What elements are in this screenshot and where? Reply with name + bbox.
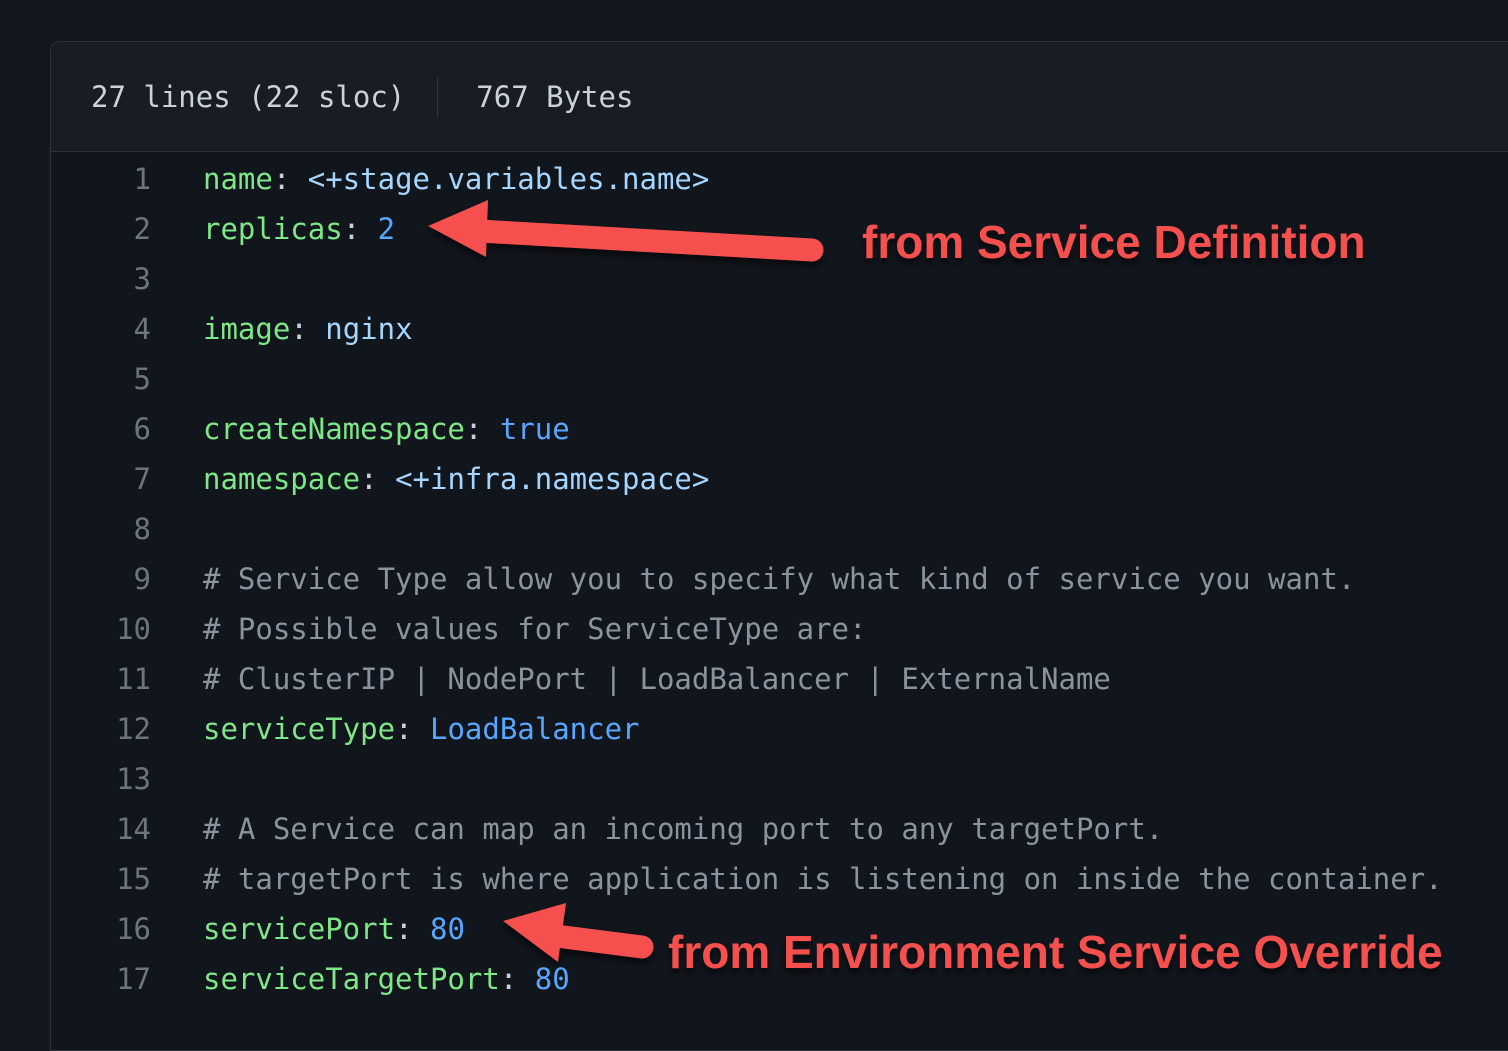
code-token-comment: # A Service can map an incoming port to … xyxy=(203,812,1163,846)
line-number[interactable]: 13 xyxy=(51,754,151,804)
code-token-punct: : xyxy=(395,712,430,746)
code-token-const: 80 xyxy=(535,962,570,996)
code-line: 4image: nginx xyxy=(51,304,1508,354)
code-line-text: createNamespace: true xyxy=(151,404,570,454)
code-token-key: serviceType xyxy=(203,712,395,746)
code-line-text: # ClusterIP | NodePort | LoadBalancer | … xyxy=(151,654,1111,704)
file-lines-count: 27 lines (22 sloc) xyxy=(91,80,405,114)
code-line: 17serviceTargetPort: 80 xyxy=(51,954,1508,1004)
code-token-comment: # Service Type allow you to specify what… xyxy=(203,562,1355,596)
code-line-text: # Service Type allow you to specify what… xyxy=(151,554,1355,604)
line-number[interactable]: 6 xyxy=(51,404,151,454)
line-number[interactable]: 7 xyxy=(51,454,151,504)
line-number[interactable]: 10 xyxy=(51,604,151,654)
code-line-text: image: nginx xyxy=(151,304,413,354)
code-token-const: 80 xyxy=(430,912,465,946)
line-number[interactable]: 16 xyxy=(51,904,151,954)
code-token-key: name xyxy=(203,162,273,196)
code-token-key: namespace xyxy=(203,462,360,496)
file-header-bar: 27 lines (22 sloc) 767 Bytes xyxy=(51,42,1508,152)
code-line-text: name: <+stage.variables.name> xyxy=(151,154,709,204)
code-token-string: <+stage.variables.name> xyxy=(308,162,710,196)
code-token-comment: # Possible values for ServiceType are: xyxy=(203,612,866,646)
code-token-key: createNamespace xyxy=(203,412,465,446)
line-number[interactable]: 8 xyxy=(51,504,151,554)
code-line: 2replicas: 2 xyxy=(51,204,1508,254)
code-line: 16servicePort: 80 xyxy=(51,904,1508,954)
line-number[interactable]: 15 xyxy=(51,854,151,904)
code-token-const: true xyxy=(500,412,570,446)
code-token-const: 2 xyxy=(378,212,395,246)
code-token-comment: # targetPort is where application is lis… xyxy=(203,862,1443,896)
code-line-text: replicas: 2 xyxy=(151,204,395,254)
code-line: 6createNamespace: true xyxy=(51,404,1508,454)
code-line: 15 # targetPort is where application is l… xyxy=(51,854,1508,904)
line-number[interactable]: 2 xyxy=(51,204,151,254)
code-token-string: nginx xyxy=(325,312,412,346)
code-line: 10 # Possible values for ServiceType are: xyxy=(51,604,1508,654)
code-token-punct: : xyxy=(500,962,535,996)
code-line: 1name: <+stage.variables.name> xyxy=(51,154,1508,204)
code-token-punct: : xyxy=(343,212,378,246)
code-token-key: replicas xyxy=(203,212,343,246)
code-token-key: image xyxy=(203,312,290,346)
line-number[interactable]: 11 xyxy=(51,654,151,704)
code-line-text: serviceTargetPort: 80 xyxy=(151,954,570,1004)
line-number[interactable]: 9 xyxy=(51,554,151,604)
line-number[interactable]: 3 xyxy=(51,254,151,304)
line-number[interactable]: 12 xyxy=(51,704,151,754)
line-number[interactable]: 1 xyxy=(51,154,151,204)
line-number[interactable]: 5 xyxy=(51,354,151,404)
code-line-text: namespace: <+infra.namespace> xyxy=(151,454,709,504)
code-line: 5 xyxy=(51,354,1508,404)
file-size: 767 Bytes xyxy=(476,80,633,114)
code-token-punct: : xyxy=(290,312,325,346)
code-line-text: # Possible values for ServiceType are: xyxy=(151,604,866,654)
code-token-key: servicePort xyxy=(203,912,395,946)
code-line-text: # targetPort is where application is lis… xyxy=(151,854,1443,904)
code-line: 11 # ClusterIP | NodePort | LoadBalancer … xyxy=(51,654,1508,704)
code-line: 8 xyxy=(51,504,1508,554)
code-line-text xyxy=(151,354,203,404)
header-divider xyxy=(437,77,438,117)
code-line: 3 xyxy=(51,254,1508,304)
line-number[interactable]: 17 xyxy=(51,954,151,1004)
code-token-const: LoadBalancer xyxy=(430,712,640,746)
code-token-key: serviceTargetPort xyxy=(203,962,500,996)
file-viewer-panel: 27 lines (22 sloc) 767 Bytes 1name: <+st… xyxy=(50,41,1508,1051)
code-token-comment: # ClusterIP | NodePort | LoadBalancer | … xyxy=(203,662,1111,696)
code-token-punct: : xyxy=(360,462,395,496)
code-area: 1name: <+stage.variables.name>2replicas:… xyxy=(51,152,1508,1004)
code-token-punct: : xyxy=(395,912,430,946)
code-token-punct: : xyxy=(465,412,500,446)
code-line-text: # A Service can map an incoming port to … xyxy=(151,804,1163,854)
line-number[interactable]: 14 xyxy=(51,804,151,854)
code-line: 14 # A Service can map an incoming port t… xyxy=(51,804,1508,854)
line-number[interactable]: 4 xyxy=(51,304,151,354)
code-line: 9 # Service Type allow you to specify wha… xyxy=(51,554,1508,604)
code-line-text: servicePort: 80 xyxy=(151,904,465,954)
code-line-text: serviceType: LoadBalancer xyxy=(151,704,640,754)
code-line: 13 xyxy=(51,754,1508,804)
code-line: 12serviceType: LoadBalancer xyxy=(51,704,1508,754)
code-token-string: <+infra.namespace> xyxy=(395,462,709,496)
code-line-text xyxy=(151,754,203,804)
code-token-punct: : xyxy=(273,162,308,196)
code-line-text xyxy=(151,504,203,554)
code-line-text xyxy=(151,254,203,304)
code-line: 7namespace: <+infra.namespace> xyxy=(51,454,1508,504)
